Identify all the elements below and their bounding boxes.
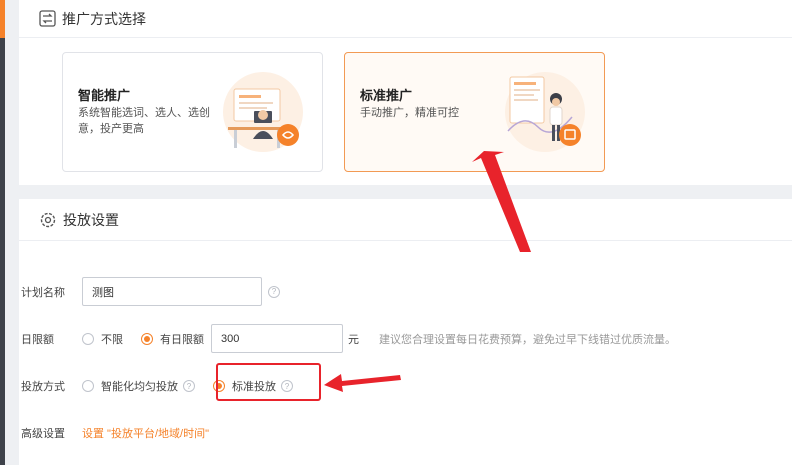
help-icon[interactable]: ? — [183, 380, 195, 392]
smart-promotion-illustration — [223, 72, 303, 152]
promotion-section-title: 推广方式选择 — [62, 10, 146, 27]
plan-name-row: 计划名称 测图 ? — [21, 277, 280, 306]
left-nav-active-marker — [0, 0, 5, 38]
delivery-method-label: 投放方式 — [21, 381, 65, 393]
gear-icon — [40, 212, 56, 227]
daily-limit-set-label[interactable]: 有日限额 — [160, 331, 204, 347]
smart-even-delivery-radio[interactable] — [82, 380, 94, 392]
smart-promotion-option[interactable]: 智能推广 系统智能选词、选人、选创意，投产更高 — [62, 52, 323, 172]
smart-promotion-desc: 系统智能选词、选人、选创意，投产更高 — [78, 107, 210, 135]
standard-promotion-option[interactable]: 标准推广 手动推广，精准可控 — [344, 52, 605, 172]
promotion-method-card: 推广方式选择 智能推广 系统智能选词、选人、选创意，投产更高 标准推广 手动推广… — [19, 0, 792, 185]
standard-promotion-illustration — [505, 72, 585, 152]
annotation-highlight-box — [216, 363, 321, 401]
switch-icon — [39, 10, 56, 27]
daily-limit-unlimited-label[interactable]: 不限 — [101, 331, 123, 347]
daily-limit-unit: 元 — [348, 333, 359, 346]
daily-limit-hint: 建议您合理设置每日花费预算，避免过早下线错过优质流量。 — [379, 333, 676, 346]
smart-promotion-title: 智能推广 — [78, 88, 131, 103]
standard-promotion-desc: 手动推广，精准可控 — [360, 107, 459, 119]
daily-limit-label: 日限额 — [21, 333, 54, 346]
plan-name-label: 计划名称 — [21, 286, 65, 299]
daily-limit-unlimited-radio[interactable] — [82, 332, 94, 345]
plan-name-input[interactable]: 测图 — [82, 277, 262, 306]
daily-limit-input[interactable]: 300 — [211, 324, 343, 353]
settings-section-title: 投放设置 — [63, 211, 119, 228]
daily-limit-set-radio[interactable] — [141, 332, 153, 345]
standard-promotion-title: 标准推广 — [360, 88, 413, 103]
advanced-settings-row: 高级设置 设置 "投放平台/地域/时间" — [21, 425, 209, 441]
advanced-settings-label: 高级设置 — [21, 428, 65, 440]
promotion-section-header: 推广方式选择 — [19, 0, 792, 38]
daily-limit-row: 日限额 不限 有日限额 300 元 建议您合理设置每日花费预算，避免过早下线错过… — [21, 324, 676, 353]
smart-even-delivery-label[interactable]: 智能化均匀投放 — [101, 378, 178, 394]
advanced-settings-link[interactable]: 设置 "投放平台/地域/时间" — [82, 425, 209, 441]
settings-section-header: 投放设置 — [19, 199, 792, 241]
help-icon[interactable]: ? — [268, 285, 280, 298]
left-nav-strip — [0, 0, 5, 465]
